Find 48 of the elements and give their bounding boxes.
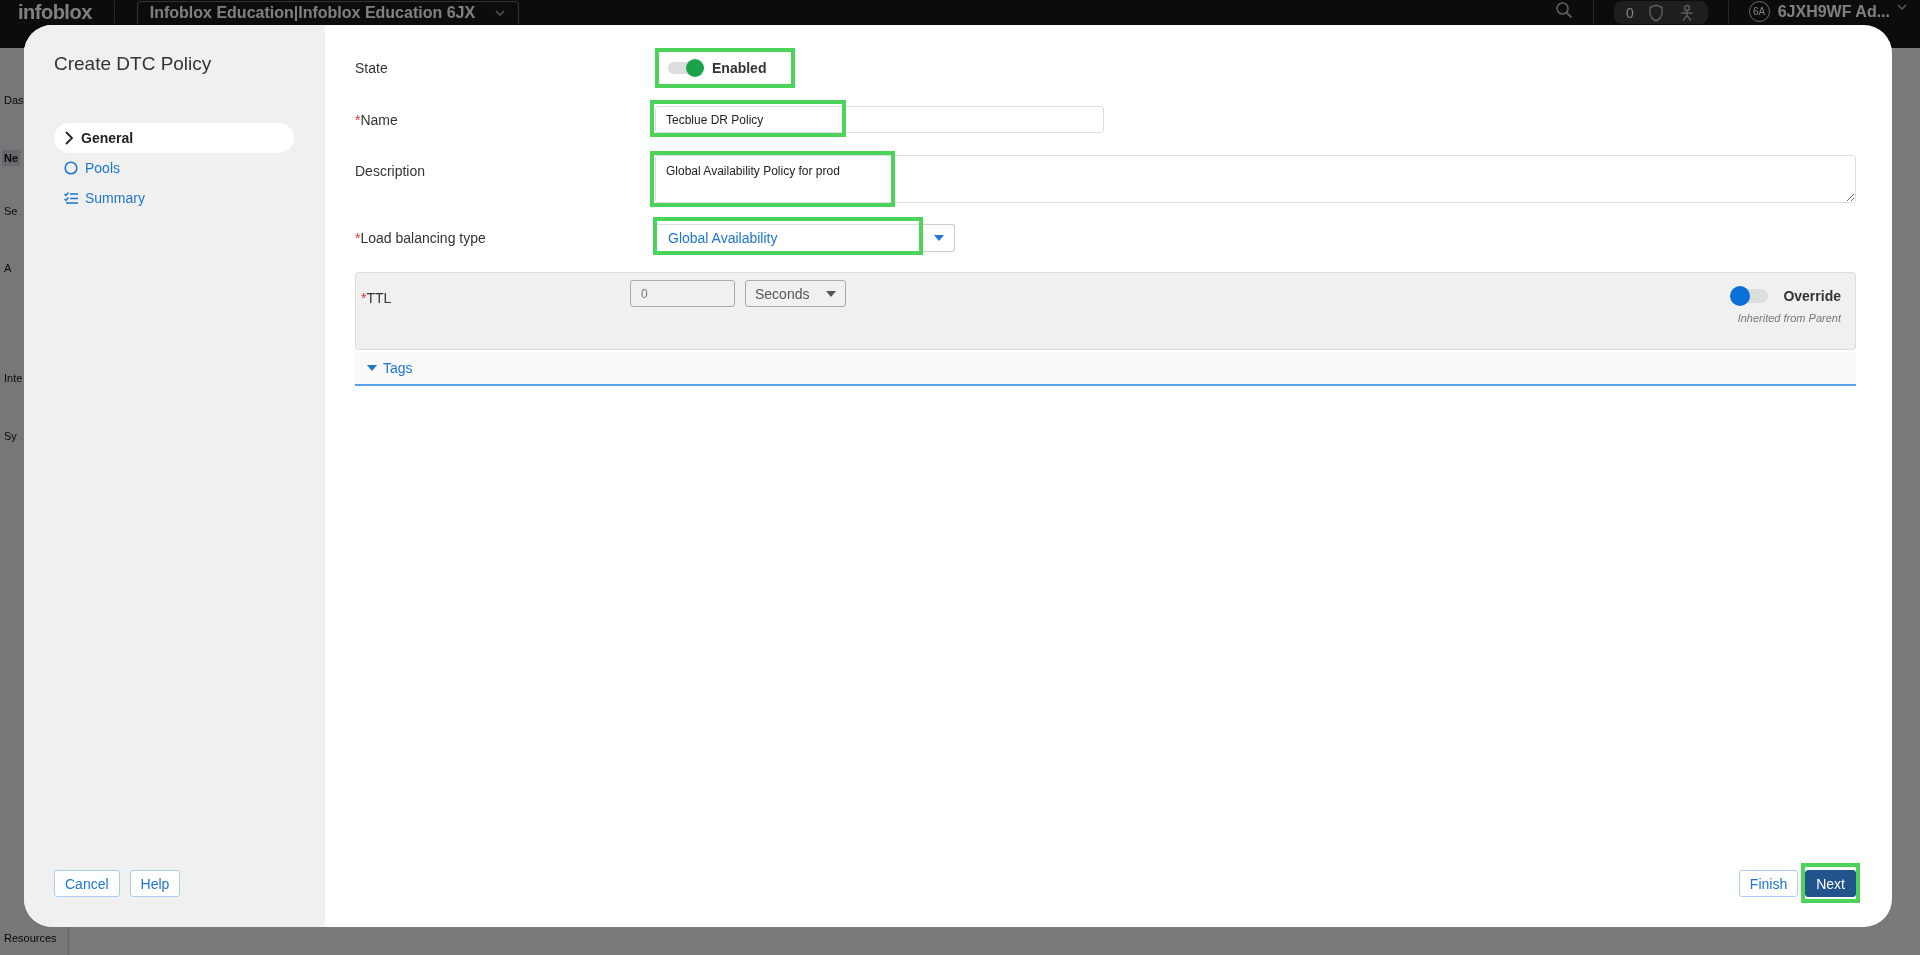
toggle-switch[interactable] [1732,289,1769,303]
caret-down-icon [933,235,944,241]
dialog-button[interactable]: Cancel [54,870,120,897]
field-label: TTL [366,290,392,306]
nav-item[interactable]: Das [2,92,26,108]
wizard-step[interactable]: General [54,123,294,153]
nav-item[interactable]: Ne [2,150,21,166]
notification-group[interactable]: 0 [1613,1,1708,24]
organization-selector[interactable]: Infoblox Education|Infoblox Education 6JX [136,1,519,24]
required-mark: * [355,230,361,246]
field-label: Name [360,111,398,128]
tags-section-header[interactable]: Tags [355,352,1856,386]
nav-item[interactable]: Sy [2,428,19,444]
nav-item[interactable]: A [2,260,14,276]
required-mark: * [361,290,367,306]
checklist-icon [64,192,78,204]
user-name[interactable]: 6JXH9WF Ad... [1777,1,1890,22]
unit-select[interactable]: Seconds [745,280,846,307]
description-field[interactable]: Global Availability Policy for prod [655,155,1856,203]
nav-item[interactable]: Se [2,203,20,219]
required-mark: * [355,111,361,128]
name-field[interactable]: Tecblue DR Policy [655,106,1104,133]
dialog-button[interactable]: Next [1805,870,1856,897]
field-label: Description [355,163,426,179]
dialog-button[interactable]: Help [129,870,181,897]
dropdown-button[interactable] [923,224,955,252]
wizard-step[interactable]: Pools [54,153,294,183]
override-label: Override [1783,288,1841,304]
dialog-button[interactable]: Finish [1738,870,1799,897]
state-value: Enabled [712,60,767,76]
chevron-right-icon [64,131,74,145]
inherited-note: Inherited from Parent [1737,312,1841,324]
chevron-down-icon [493,7,506,19]
field-label: State [355,60,388,76]
caret-down-icon [367,365,377,371]
field-label: Load balancing type [360,230,486,246]
app-logo: infoblox [18,1,92,23]
chevron-down-icon[interactable] [1896,1,1908,13]
caret-down-icon [826,290,836,297]
circle-icon [64,161,78,175]
search-icon[interactable] [1554,1,1573,19]
notification-count: 0 [1625,4,1634,21]
toggle-switch[interactable] [668,62,702,74]
dialog-title: Create DTC Policy [54,53,213,75]
shield-icon[interactable] [1647,3,1664,22]
nav-item[interactable]: Inte [2,370,25,386]
wizard-step[interactable]: Summary [54,183,294,213]
nav-item[interactable]: Resources [2,930,59,946]
